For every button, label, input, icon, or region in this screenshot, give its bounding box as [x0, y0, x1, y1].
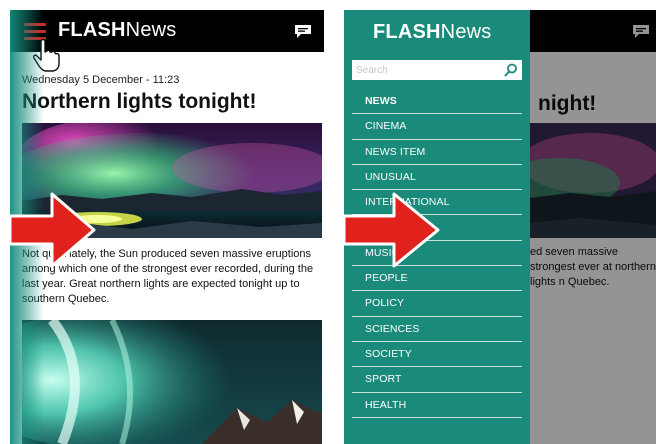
article-datetime: Wednesday 5 December - 11:23	[22, 74, 180, 86]
menu-item-news-item[interactable]: NEWS ITEM	[352, 140, 522, 165]
drawer-brand: FLASHNews	[373, 21, 491, 44]
menu-item-health[interactable]: HEALTH	[352, 393, 522, 418]
right-arrow-icon	[342, 192, 440, 268]
brand-light: News	[125, 19, 177, 41]
menu-item-society[interactable]: SOCIETY	[352, 342, 522, 368]
search-icon[interactable]	[504, 63, 518, 77]
article-headline[interactable]: Northern lights tonight!	[22, 90, 256, 114]
menu-item-policy[interactable]: POLICY	[352, 291, 522, 317]
menu-item-sciences[interactable]: SCIENCES	[352, 317, 522, 342]
search-box	[352, 60, 522, 80]
brand-bold: FLASH	[58, 19, 126, 41]
menu-item-sport[interactable]: SPORT	[352, 367, 522, 393]
menu-item-news[interactable]: NEWS	[352, 89, 522, 115]
chat-bubble-icon[interactable]	[294, 24, 312, 39]
right-arrow-icon	[8, 192, 96, 268]
drawer-brand-light: News	[440, 21, 492, 43]
search-input[interactable]	[356, 62, 496, 78]
aurora-photo-2[interactable]	[22, 320, 322, 444]
menu-item-cinema[interactable]: CINEMA	[352, 114, 522, 140]
app-brand: FLASHNews	[58, 19, 176, 42]
drawer-brand-bold: FLASH	[373, 21, 441, 43]
menu-item-unusual[interactable]: UNUSUAL	[352, 165, 522, 191]
